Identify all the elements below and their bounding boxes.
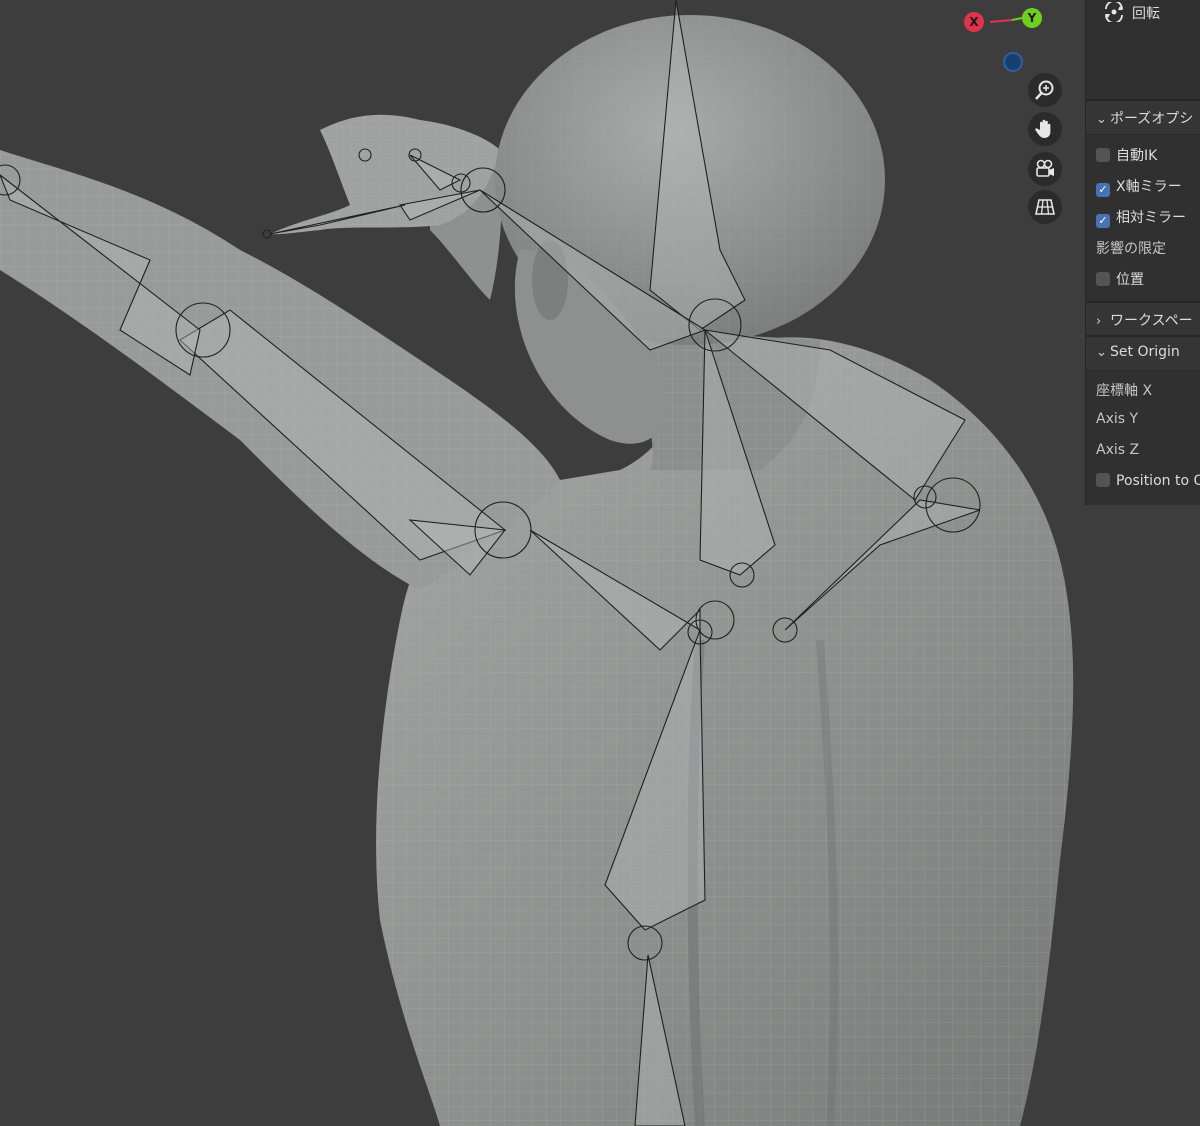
auto-ik-checkbox[interactable]: 自動IK [1096,145,1157,165]
pose-options-header[interactable]: ⌄ ポーズオプシ [1086,99,1200,135]
rotate-label: 回転 [1132,6,1160,22]
pose-options-title: ポーズオプシ [1110,111,1194,127]
location-label: 位置 [1116,272,1144,288]
location-checkbox[interactable]: 位置 [1096,269,1144,289]
x-mirror-checkbox[interactable]: ✓ X軸ミラー [1096,176,1182,197]
workspace-title: ワークスペー [1110,313,1193,329]
armature-model-render [0,0,1074,1126]
checkbox-icon [1096,272,1110,286]
checkmark-icon: ✓ [1096,183,1110,197]
grid-icon[interactable] [1028,190,1062,224]
rotate-icon [1105,0,1123,24]
position-to-label: Position to O [1116,473,1200,489]
checkmark-icon: ✓ [1096,214,1110,228]
relative-mirror-label: 相対ミラー [1116,210,1186,226]
camera-icon[interactable] [1028,152,1062,186]
chevron-right-icon: › [1096,314,1102,329]
set-origin-header[interactable]: ⌄ Set Origin [1086,335,1200,371]
axis-x-label: 座標軸 X [1096,383,1153,399]
axis-y-label: Axis Y [1096,411,1139,427]
sidebar-panel: 回転 ⌄ ポーズオプシ 自動IK ✓ X軸ミラー ✓ 相対ミラー 影響の限定 位置 ›… [1085,0,1200,505]
chevron-down-icon: ⌄ [1096,112,1107,127]
set-origin-title: Set Origin [1110,344,1180,360]
zoom-icon[interactable] [1028,73,1062,107]
gizmo-lines [989,17,1023,23]
affect-only-label: 影響の限定 [1096,241,1166,257]
workspace-header[interactable]: › ワークスペー [1086,301,1200,337]
checkbox-icon [1096,148,1110,162]
auto-ik-label: 自動IK [1116,148,1158,164]
x-mirror-label: X軸ミラー [1116,179,1182,195]
position-to-checkbox[interactable]: Position to O [1096,473,1200,489]
hand-icon[interactable] [1028,112,1062,146]
3d-viewport[interactable]: X Y [0,0,1200,1126]
checkbox-icon [1096,473,1110,487]
rotate-item[interactable]: 回転 [1102,0,1160,24]
axis-z-label: Axis Z [1096,442,1140,458]
relative-mirror-checkbox[interactable]: ✓ 相対ミラー [1096,207,1186,228]
chevron-down-icon: ⌄ [1096,345,1107,360]
